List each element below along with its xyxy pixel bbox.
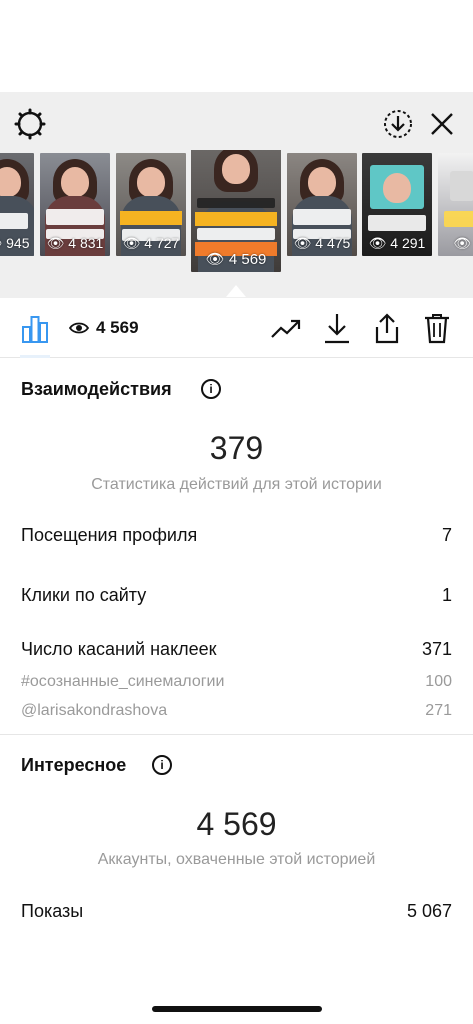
delete-button[interactable] — [420, 310, 454, 346]
settings-button[interactable] — [10, 104, 50, 144]
active-tab-indicator — [20, 355, 50, 358]
info-icon[interactable]: i — [201, 379, 221, 399]
download-icon — [325, 314, 349, 344]
website-clicks-label: Клики по сайту — [21, 585, 147, 605]
eye-icon — [68, 318, 90, 338]
impressions-value: 5 067 — [406, 901, 452, 921]
sticker-hashtag-label: #осознанные_синемалогии — [21, 673, 225, 690]
sticker-mention-value: 271 — [425, 702, 452, 719]
download-story-button[interactable] — [378, 104, 418, 144]
story-view-count: 👁︎ 4 831 — [46, 235, 104, 251]
home-indicator — [152, 1006, 322, 1012]
reach-caption: Аккаунты, охваченные этой историей — [97, 851, 376, 868]
interactions-caption: Статистика действий для этой истории — [91, 476, 382, 493]
promote-button[interactable] — [268, 312, 304, 346]
story-view-count: 👁︎ 4 569 — [205, 251, 267, 268]
story-thumbnail[interactable]: 👁︎ 945 — [0, 153, 34, 256]
info-icon[interactable]: i — [152, 755, 172, 775]
interactions-total: 379 — [209, 430, 264, 466]
selected-story-pointer — [226, 285, 246, 297]
bar-chart-icon — [22, 316, 48, 343]
story-view-count: 👁︎ 4 — [453, 235, 473, 251]
profile-visits-value: 7 — [441, 525, 452, 545]
discovery-title: Интересное — [21, 755, 127, 775]
website-clicks-value: 1 — [441, 585, 452, 605]
story-thumbnails: 👁︎ 945 👁︎ 4 831 👁︎ 4 727 👁︎ 4 569 👁︎ 4 4… — [0, 150, 473, 280]
story-thumbnail[interactable]: 👁︎ 4 727 — [116, 153, 186, 256]
close-icon — [431, 113, 453, 135]
trending-up-icon — [271, 319, 301, 338]
download-circle-icon — [384, 110, 412, 138]
sticker-hashtag-value: 100 — [425, 673, 452, 690]
share-icon — [375, 313, 399, 344]
story-thumbnail[interactable]: 👁︎ 4 291 — [362, 153, 432, 256]
share-button[interactable] — [370, 310, 404, 346]
close-button[interactable] — [422, 104, 462, 144]
story-thumbnail-active[interactable]: 👁︎ 4 569 — [191, 150, 281, 272]
story-view-count: 👁︎ 4 291 — [368, 235, 426, 251]
insights-tab[interactable] — [18, 312, 52, 346]
story-view-count: 👁︎ 4 727 — [122, 235, 180, 251]
toolbar-view-count: 4 569 — [96, 318, 139, 337]
download-button[interactable] — [320, 310, 354, 346]
profile-visits-label: Посещения профиля — [21, 525, 198, 545]
story-thumbnail[interactable]: 👁︎ 4 831 — [40, 153, 110, 256]
status-area — [0, 0, 473, 92]
sticker-mention-label: @larisakondrashova — [21, 702, 168, 719]
sticker-taps-value: 371 — [421, 639, 452, 659]
interactions-title: Взаимодействия — [21, 379, 172, 399]
section-divider — [0, 734, 473, 735]
gear-icon — [14, 108, 46, 140]
story-thumbnail[interactable]: 👁︎ 4 — [438, 153, 473, 256]
story-view-count: 👁︎ 4 475 — [293, 235, 351, 251]
sticker-taps-label: Число касаний наклеек — [21, 639, 217, 659]
trash-icon — [425, 314, 449, 344]
story-thumbnail[interactable]: 👁︎ 4 475 — [287, 153, 357, 256]
story-view-count: 👁︎ 945 — [0, 235, 30, 251]
accounts-reached: 4 569 — [196, 806, 277, 842]
impressions-label: Показы — [21, 901, 84, 921]
